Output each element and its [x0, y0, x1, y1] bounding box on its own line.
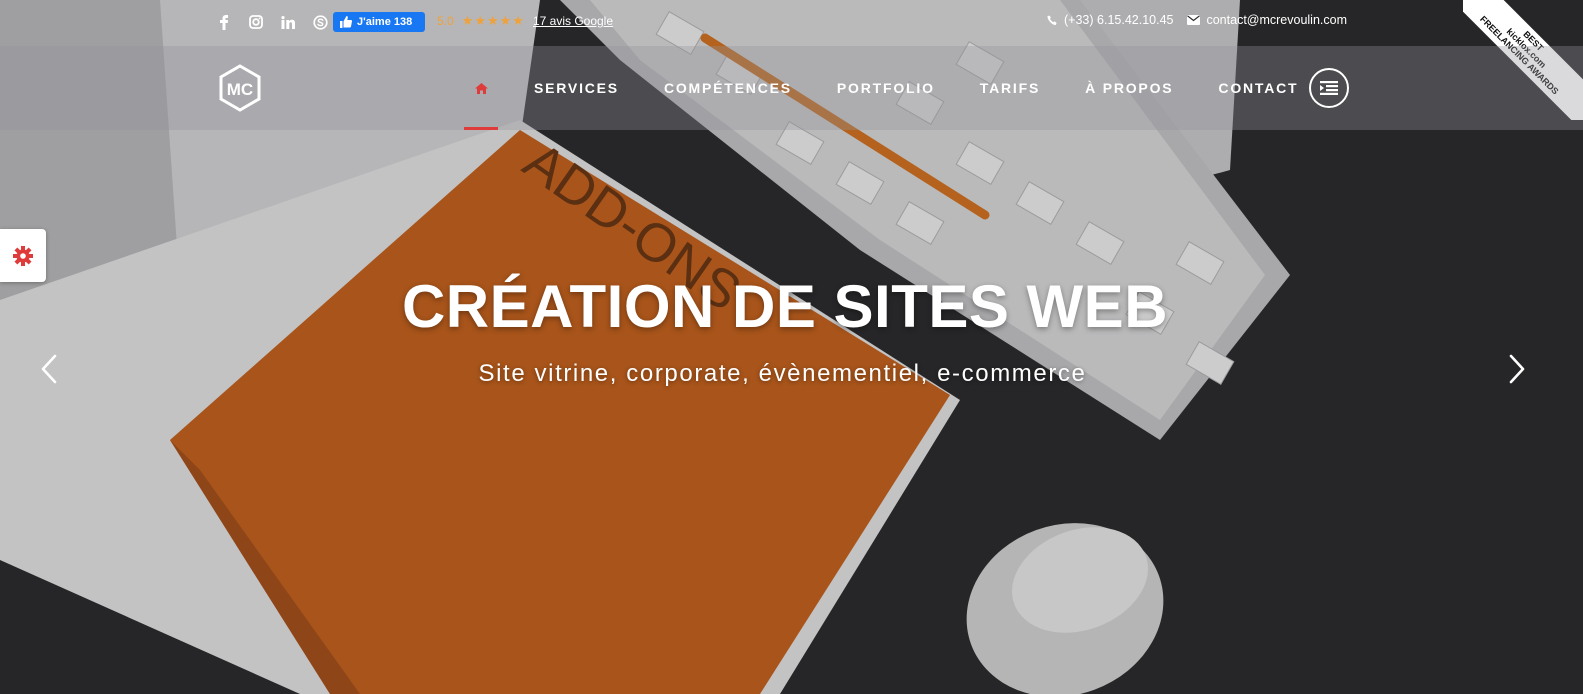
gear-icon	[13, 245, 33, 266]
nav-contact[interactable]: CONTACT	[1218, 80, 1298, 96]
nav-tarifs[interactable]: TARIFS	[980, 80, 1040, 96]
site-logo[interactable]: MC	[218, 64, 262, 112]
google-reviews-link[interactable]: 17 avis Google	[533, 14, 613, 28]
facebook-like-button[interactable]: J'aime 138	[333, 12, 425, 32]
phone-link[interactable]: (+33) 6.15.42.10.45	[1047, 13, 1173, 27]
nav-competences[interactable]: COMPÉTENCES	[664, 80, 792, 96]
instagram-icon[interactable]	[246, 13, 266, 31]
chevron-right-icon	[1509, 354, 1525, 384]
slider-prev-button[interactable]	[34, 352, 64, 386]
social-links	[214, 13, 330, 31]
email-address: contact@mcrevoulin.com	[1206, 13, 1347, 27]
home-icon	[474, 82, 488, 94]
main-navbar: MC SERVICES COMPÉTENCES PORTFOLIO TARIFS…	[0, 46, 1583, 130]
top-bar: J'aime 138 5.0 ★★★★★ 17 avis Google (+33…	[0, 0, 1583, 46]
slider-next-button[interactable]	[1502, 352, 1532, 386]
nav-portfolio[interactable]: PORTFOLIO	[837, 80, 935, 96]
menu-indent-icon	[1320, 81, 1338, 95]
google-rating: 5.0 ★★★★★ 17 avis Google	[437, 13, 613, 29]
phone-number: (+33) 6.15.42.10.45	[1064, 13, 1174, 27]
linkedin-icon[interactable]	[278, 13, 298, 31]
contact-info: (+33) 6.15.42.10.45 contact@mcrevoulin.c…	[1047, 13, 1347, 27]
envelope-icon	[1187, 15, 1201, 25]
main-nav: SERVICES COMPÉTENCES PORTFOLIO TARIFS À …	[464, 46, 1298, 130]
rating-stars-icon: ★★★★★	[461, 13, 525, 28]
hero-subtitle: Site vitrine, corporate, évènementiel, e…	[478, 360, 1087, 387]
nav-a-propos[interactable]: À PROPOS	[1085, 80, 1173, 96]
side-menu-button[interactable]	[1309, 68, 1349, 108]
nav-home[interactable]	[464, 46, 498, 130]
hero-title: CRÉATION DE SITES WEB	[401, 273, 1169, 340]
facebook-icon[interactable]	[214, 13, 234, 31]
nav-services[interactable]: SERVICES	[534, 80, 619, 96]
chevron-left-icon	[41, 354, 57, 384]
rating-score: 5.0	[437, 14, 454, 28]
facebook-like-label: J'aime 138	[357, 16, 413, 28]
skype-icon[interactable]	[310, 13, 330, 31]
phone-icon	[1047, 15, 1057, 25]
email-link[interactable]: contact@mcrevoulin.com	[1187, 13, 1347, 27]
thumbs-up-icon	[340, 16, 352, 28]
logo-text: MC	[227, 80, 253, 99]
